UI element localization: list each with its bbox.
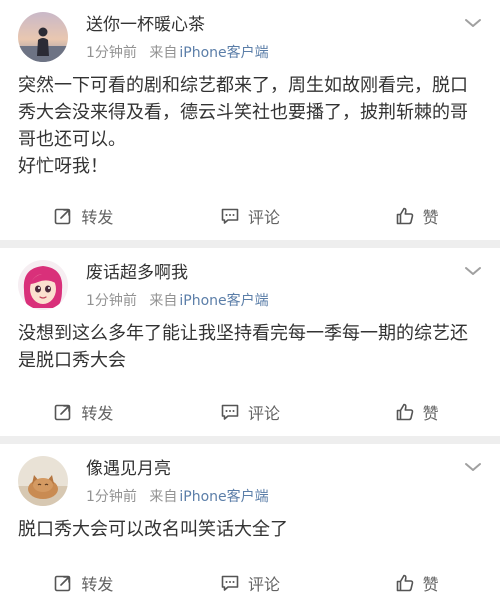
post-header: 像遇见月亮 1分钟前 来自 iPhone客户端 [0,444,500,516]
thumbs-up-icon [396,207,413,225]
person-silhouette-sunset-avatar[interactable] [18,12,68,62]
post-text: 突然一下可看的剧和综艺都来了，周生如故刚看完，脱口秀大会没来得及看，德云斗笑社也… [18,75,468,177]
like-label: 赞 [422,575,439,594]
repost-label: 转发 [81,404,114,423]
comment-button[interactable]: 评论 [167,192,334,240]
source-prefix: 来自 [149,45,178,61]
avatar-image [18,456,68,506]
source-link[interactable]: iPhone客户端 [179,293,268,309]
like-label: 赞 [422,404,439,423]
comment-icon [221,404,239,420]
post-meta: 1分钟前 来自 iPhone客户端 [86,488,269,506]
source-prefix: 来自 [149,489,178,505]
repost-label: 转发 [81,208,114,227]
post-actions: 转发 评论 赞 [0,388,500,436]
chevron-down-icon[interactable] [462,460,484,474]
post-content: 没想到这么多年了能让我坚持看完每一季每一期的综艺还是脱口秀大会 [0,320,500,374]
cartoon-girl-avatar[interactable] [18,260,68,310]
separator [0,436,500,444]
like-button[interactable]: 赞 [333,192,500,240]
repost-icon [55,575,71,592]
source-prefix: 来自 [149,293,178,309]
repost-label: 转发 [81,575,114,594]
post-meta: 1分钟前 来自 iPhone客户端 [86,292,269,310]
post-actions: 转发 评论 赞 [0,559,500,607]
post-time: 1分钟前 [86,293,137,309]
post-text: 没想到这么多年了能让我坚持看完每一季每一期的综艺还是脱口秀大会 [18,323,468,371]
comment-button[interactable]: 评论 [167,559,334,607]
post-header: 废话超多啊我 1分钟前 来自 iPhone客户端 [0,248,500,320]
thumbs-up-icon [396,403,413,421]
post-time: 1分钟前 [86,489,137,505]
comment-button[interactable]: 评论 [167,388,334,436]
repost-button[interactable]: 转发 [0,559,167,607]
chevron-down-icon[interactable] [462,16,484,30]
post-actions: 转发 评论 赞 [0,192,500,240]
comment-icon [221,575,239,591]
post-card: 废话超多啊我 1分钟前 来自 iPhone客户端 没想到这么多年了能让我坚持看完每… [0,248,500,436]
username[interactable]: 废话超多啊我 [86,262,188,284]
comment-label: 评论 [248,575,281,594]
avatar-image [18,12,68,62]
post-card: 送你一杯暖心茶 1分钟前 来自 iPhone客户端 突然一下可看的剧和综艺都来了，… [0,0,500,240]
cat-photo-avatar[interactable] [18,456,68,506]
post-content: 突然一下可看的剧和综艺都来了，周生如故刚看完，脱口秀大会没来得及看，德云斗笑社也… [0,72,500,180]
comment-label: 评论 [248,208,281,227]
chevron-down-icon[interactable] [462,264,484,278]
comment-icon [221,208,239,224]
thumbs-up-icon [396,574,413,592]
post-header: 送你一杯暖心茶 1分钟前 来自 iPhone客户端 [0,0,500,72]
post-text: 脱口秀大会可以改名叫笑话大全了 [18,519,288,540]
comment-label: 评论 [248,404,281,423]
repost-button[interactable]: 转发 [0,192,167,240]
like-label: 赞 [422,208,439,227]
username[interactable]: 像遇见月亮 [86,458,171,480]
post-time: 1分钟前 [86,45,137,61]
username[interactable]: 送你一杯暖心茶 [86,14,205,36]
post-card: 像遇见月亮 1分钟前 来自 iPhone客户端 脱口秀大会可以改名叫笑话大全了 转… [0,444,500,607]
repost-button[interactable]: 转发 [0,388,167,436]
post-content: 脱口秀大会可以改名叫笑话大全了 [0,516,500,543]
post-meta: 1分钟前 来自 iPhone客户端 [86,44,269,62]
like-button[interactable]: 赞 [333,388,500,436]
source-link[interactable]: iPhone客户端 [179,489,268,505]
weibo-feed: 送你一杯暖心茶 1分钟前 来自 iPhone客户端 突然一下可看的剧和综艺都来了，… [0,0,500,607]
repost-icon [55,208,71,225]
like-button[interactable]: 赞 [333,559,500,607]
separator [0,240,500,248]
source-link[interactable]: iPhone客户端 [179,45,268,61]
repost-icon [55,404,71,421]
avatar-image [18,260,68,310]
